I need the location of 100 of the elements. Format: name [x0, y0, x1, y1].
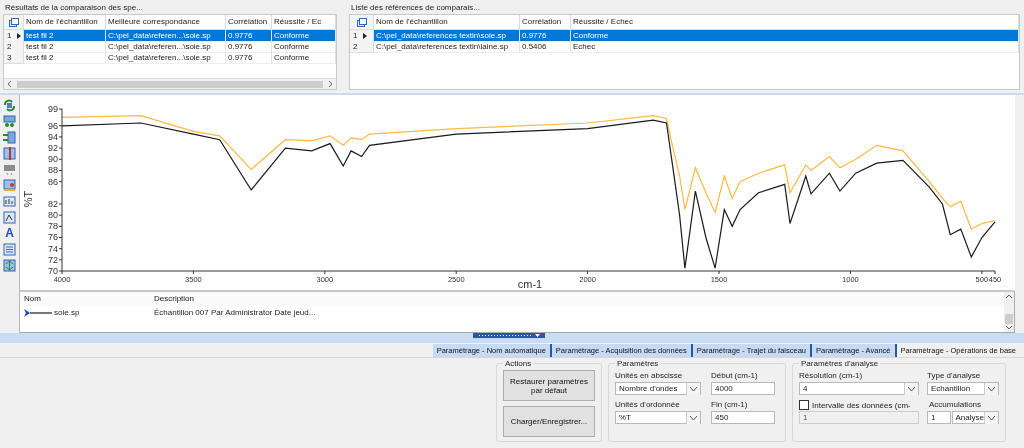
column-header[interactable]: Réussite / Ec — [272, 15, 336, 29]
dropdown[interactable]: Echantillon — [927, 382, 999, 395]
table-cell: test fil 2 — [24, 30, 106, 42]
y-axis-title: %T — [22, 190, 34, 208]
column-chooser-icon[interactable] — [356, 17, 367, 27]
x-axis-title: cm-1 — [517, 278, 543, 290]
vertical-scrollbar[interactable] — [1004, 292, 1014, 332]
splitter-handle[interactable] — [473, 333, 545, 338]
y-tick-label: 76 — [48, 232, 58, 243]
dropdown[interactable]: %T — [615, 411, 701, 424]
panel-title: Liste des références de comparais... — [350, 2, 481, 14]
row-number: 1 — [353, 30, 358, 41]
input-field[interactable]: 1 — [927, 411, 951, 424]
swap-icon[interactable] — [3, 131, 16, 144]
group-title: Paramètres — [616, 359, 660, 368]
horizontal-scrollbar[interactable] — [4, 78, 336, 89]
table-cell: test fil 2 — [24, 41, 106, 53]
caret-icon — [690, 386, 697, 391]
printer-icon[interactable] — [3, 163, 16, 176]
column-header[interactable]: Description — [150, 292, 1004, 306]
table-row[interactable]: 2 C:\pel_data\references textin\laine.sp 0.5406 Echec — [350, 41, 1019, 52]
field-label: Type d'analyse — [927, 370, 982, 382]
refresh-icon[interactable] — [3, 99, 16, 112]
scroll-right-icon[interactable] — [327, 81, 333, 87]
y-tick-label: 70 — [48, 266, 58, 276]
dropdown[interactable]: Nombre d'ondes — [615, 382, 701, 395]
scroll-left-icon[interactable] — [7, 81, 13, 87]
table-row[interactable]: 1 C:\pel_data\references textin\soie.sp 0.9776 Conforme — [350, 30, 1019, 41]
overlay-icon[interactable] — [3, 179, 16, 192]
table-cell: 0.9776 — [226, 41, 272, 53]
table-cell: C:\pel_data\referen...\soie.sp — [106, 52, 226, 64]
y-tick-label: 72 — [48, 254, 58, 265]
y-tick-label: 80 — [48, 210, 58, 221]
list-icon[interactable] — [3, 243, 16, 256]
table-cell: C:\pel_data\references textin\soie.sp — [374, 30, 520, 42]
panel-title: Résultats de la comparaison des spe... — [4, 2, 144, 14]
table-cell: 0.9776 — [226, 52, 272, 64]
y-tick-label: 82 — [48, 198, 58, 209]
row-number: 1 — [7, 30, 12, 41]
table-cell: test fil 2 — [24, 52, 106, 64]
table-cell: Conforme — [272, 41, 336, 53]
action-button[interactable]: Restaurer paramètres par défaut — [503, 370, 595, 401]
dropdown[interactable]: 4 — [799, 382, 919, 395]
table-row[interactable]: 2 test fil 2 C:\pel_data\referen...\soie.sp 0.9776 Conforme — [4, 41, 336, 52]
field-label: Début (cm-1) — [711, 370, 759, 382]
legend-name: soie.sp — [54, 307, 80, 319]
y-tick-label: 88 — [48, 165, 58, 176]
y-tick-label: 74 — [48, 243, 58, 254]
layers-icon[interactable] — [3, 115, 16, 128]
table-cell: 0.9776 — [520, 30, 571, 42]
table-cell: C:\pel_data\references textin\laine.sp — [374, 41, 520, 53]
table-cell: C:\pel_data\referen...\soie.sp — [106, 30, 226, 42]
field-label: Unités d'ordonnée — [615, 399, 681, 411]
ruler-icon[interactable] — [3, 147, 16, 160]
table-cell: 0.5406 — [520, 41, 571, 53]
y-tick-label: 96 — [48, 120, 58, 131]
row-number: 2 — [353, 41, 358, 52]
column-header[interactable]: Nom de l'échantillon — [24, 15, 106, 29]
y-tick-label: 90 — [48, 154, 58, 165]
y-tick-label: 94 — [48, 131, 58, 142]
group-title: Actions — [504, 359, 533, 368]
text-tool-icon[interactable]: A — [5, 227, 14, 240]
peaks-icon[interactable] — [3, 195, 16, 208]
group-title: Paramètres d'analyse — [800, 359, 880, 368]
column-header[interactable]: Corrélation — [226, 15, 272, 29]
caret-icon — [908, 386, 915, 391]
graph-icon[interactable] — [3, 211, 16, 224]
y-tick-label: 86 — [48, 176, 58, 187]
column-header[interactable]: Corrélation — [520, 15, 571, 29]
input-field[interactable]: 4000 — [711, 382, 775, 395]
column-header[interactable]: Nom — [20, 292, 150, 306]
column-header[interactable]: Réussite / Echec — [571, 15, 1019, 29]
column-chooser-icon[interactable] — [8, 17, 19, 27]
legend-description: Échantillon 007 Par Administrator Date jeud... — [153, 307, 317, 319]
field-label: Résolution (cm-1) — [799, 370, 864, 382]
table-cell: C:\pel_data\referen...\soie.sp — [106, 41, 226, 53]
field-label: Unités en abscisse — [615, 370, 684, 382]
action-button[interactable]: Charger/Enregistrer... — [503, 406, 595, 437]
table-cell: Echec — [571, 41, 1019, 53]
dropdown[interactable]: Analyse — [951, 411, 999, 424]
y-tick-label: 78 — [48, 221, 58, 232]
table-cell: Conforme — [571, 30, 1019, 42]
caret-icon — [988, 415, 995, 420]
table-cell: Conforme — [272, 52, 336, 64]
table-row[interactable]: 3 test fil 2 C:\pel_data\referen...\soie.sp 0.9776 Conforme — [4, 52, 336, 63]
y-tick-label: 92 — [48, 143, 58, 154]
scroll-up-icon[interactable] — [1006, 294, 1012, 298]
row-number: 2 — [7, 41, 12, 52]
column-header[interactable]: Meilleure correspondance — [106, 15, 226, 29]
line-sample-icon — [24, 309, 52, 317]
table-row[interactable]: 1 test fil 2 C:\pel_data\referen...\soie.sp 0.9776 Conforme — [4, 30, 336, 41]
column-header[interactable]: Nom de l'échantillon — [374, 15, 520, 29]
checkbox-label: Intervalle des données (cm- — [812, 400, 911, 410]
input-field[interactable]: 450 — [711, 411, 775, 424]
scroll-down-icon[interactable] — [1006, 326, 1012, 330]
field-label: Fin (cm-1) — [711, 399, 749, 411]
expand-icon[interactable] — [3, 259, 16, 272]
row-number: 3 — [7, 52, 12, 63]
table-cell: 0.9776 — [226, 30, 272, 42]
table-cell: Conforme — [272, 30, 336, 42]
